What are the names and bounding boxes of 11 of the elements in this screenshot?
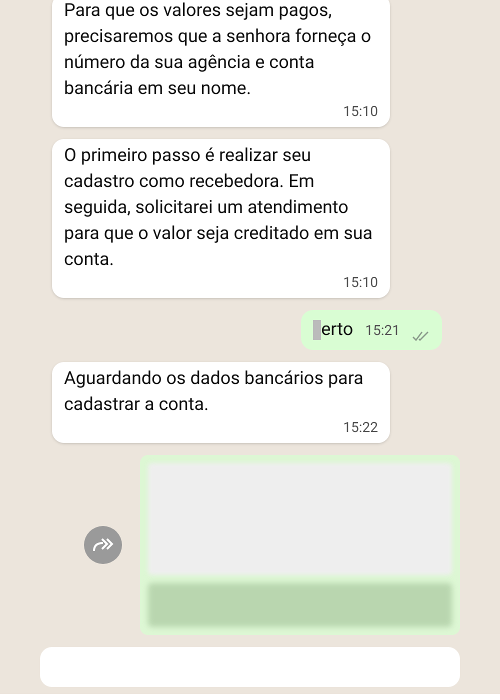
message-time: 15:10 <box>343 103 378 122</box>
message-text: O primeiro passo é realizar seu cadastro como recebedora. Em seguida, solicitarei um atendimento para que o valor seja creditado em sua conta. <box>64 144 374 272</box>
message-text: Para que os valores sejam pagos, precisaremos que a senhora forneça o número da sua agência e conta bancária em seu nome. <box>64 0 372 101</box>
message-time: 15:21 <box>365 322 400 341</box>
forward-icon <box>92 537 114 553</box>
message-time: 15:22 <box>343 419 378 438</box>
forward-button[interactable] <box>84 526 122 564</box>
message-text: erto <box>321 318 354 342</box>
message-time: 15:10 <box>343 274 378 293</box>
message-text: Aguardando os dados bancários para cadastrar a conta. <box>64 367 364 417</box>
double-check-icon <box>412 330 430 342</box>
